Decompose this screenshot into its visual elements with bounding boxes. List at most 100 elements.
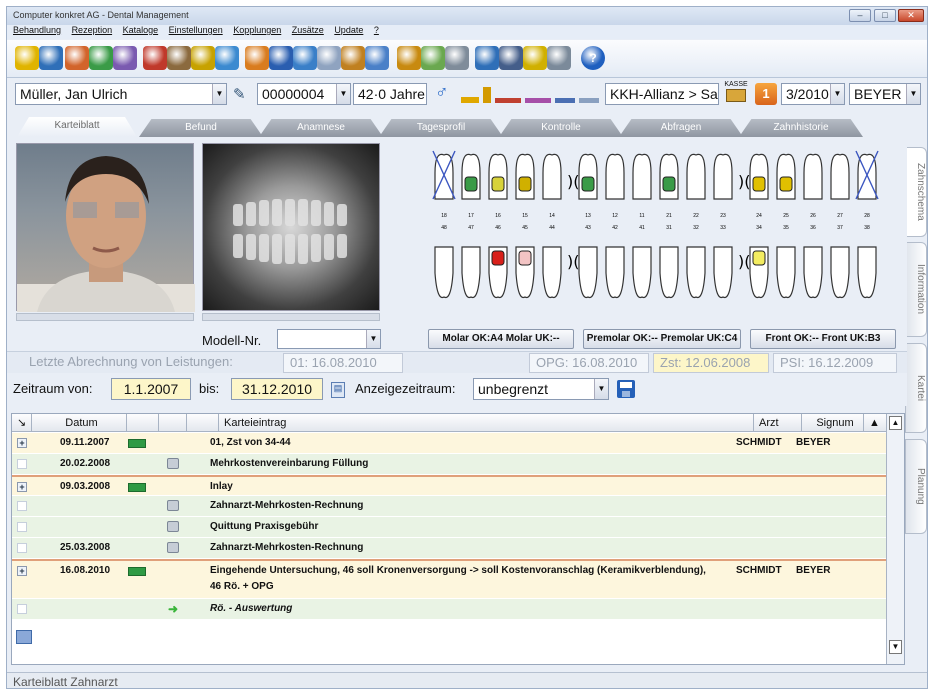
pen-icon[interactable]: ✎ bbox=[233, 85, 251, 103]
row-checkbox[interactable] bbox=[17, 459, 27, 469]
lower-tooth-38[interactable] bbox=[857, 246, 877, 299]
new-entry-icon[interactable] bbox=[16, 630, 32, 644]
column-signum[interactable]: Signum bbox=[802, 414, 864, 432]
printer-icon[interactable] bbox=[167, 458, 179, 469]
puzzle-icon[interactable] bbox=[421, 46, 445, 70]
upper-tooth-27[interactable] bbox=[830, 153, 850, 200]
side-tab-kartei[interactable]: Kartei bbox=[905, 343, 927, 433]
chair-icon[interactable] bbox=[167, 46, 191, 70]
camera-icon[interactable] bbox=[547, 46, 571, 70]
table-row[interactable]: +16.08.2010 Eingehende Untersuchung, 46 s… bbox=[12, 559, 886, 599]
pill-icon[interactable] bbox=[245, 46, 269, 70]
front-button[interactable]: Front OK:-- Front UK:B3 bbox=[750, 329, 896, 349]
form-icon[interactable] bbox=[475, 46, 499, 70]
lower-tooth-32[interactable] bbox=[686, 246, 706, 299]
expand-icon[interactable]: + bbox=[17, 482, 27, 492]
upper-tooth-18[interactable] bbox=[432, 150, 456, 200]
row-checkbox[interactable] bbox=[17, 501, 27, 511]
lower-tooth-33[interactable] bbox=[713, 246, 733, 299]
table-row[interactable]: +09.11.2007 01, Zst von 34-44 SCHMIDT BEYER bbox=[12, 433, 886, 454]
tab-abfragen[interactable]: Abfragen bbox=[619, 119, 743, 137]
lower-tooth-37[interactable] bbox=[830, 246, 850, 299]
tab-befund[interactable]: Befund bbox=[139, 119, 263, 137]
side-tab-information[interactable]: Information bbox=[905, 242, 927, 337]
table-row[interactable]: ➜ Rö. - Auswertung bbox=[12, 599, 886, 620]
recliner-icon[interactable] bbox=[39, 46, 63, 70]
period-from-input[interactable]: 1.1.2007 bbox=[111, 378, 191, 400]
upper-tooth-24[interactable] bbox=[749, 153, 769, 200]
lower-tooth-44[interactable] bbox=[542, 246, 562, 299]
table-row[interactable]: Quittung Praxisgebühr bbox=[12, 517, 886, 538]
chevron-down-icon[interactable]: ▼ bbox=[366, 330, 380, 348]
side-tab-zahnschema[interactable]: Zahnschema bbox=[905, 147, 927, 237]
tab-anamnese[interactable]: Anamnese bbox=[259, 119, 383, 137]
upper-tooth-26[interactable] bbox=[803, 153, 823, 200]
upper-tooth-22[interactable] bbox=[686, 153, 706, 200]
menu-kataloge[interactable]: Kataloge bbox=[123, 25, 159, 35]
upper-tooth-21[interactable] bbox=[659, 153, 679, 200]
lower-tooth-34[interactable] bbox=[749, 246, 769, 299]
column-datum[interactable]: Datum bbox=[32, 414, 127, 432]
lower-tooth-43[interactable] bbox=[578, 246, 598, 299]
menu-einstellungen[interactable]: Einstellungen bbox=[169, 25, 223, 35]
menu-behandlung[interactable]: Behandlung bbox=[13, 25, 61, 35]
graduate-icon[interactable] bbox=[397, 46, 421, 70]
patient-photo[interactable] bbox=[16, 143, 195, 312]
cloud-icon[interactable] bbox=[317, 46, 341, 70]
table-row[interactable]: +09.03.2008 Inlay bbox=[12, 475, 886, 496]
upper-tooth-23[interactable] bbox=[713, 153, 733, 200]
menu-zusaetze[interactable]: Zusätze bbox=[292, 25, 324, 35]
printer-icon[interactable] bbox=[167, 542, 179, 553]
printer-icon[interactable] bbox=[167, 500, 179, 511]
search-icon[interactable] bbox=[143, 46, 167, 70]
pointer-icon[interactable] bbox=[15, 46, 39, 70]
tab-tagesprofil[interactable]: Tagesprofil bbox=[379, 119, 503, 137]
key-icon[interactable] bbox=[191, 46, 215, 70]
grid-scrollbar[interactable]: ▲ ▼ bbox=[886, 414, 904, 664]
minimize-button[interactable]: – bbox=[849, 9, 871, 22]
molar-button[interactable]: Molar OK:A4 Molar UK:-- bbox=[428, 329, 574, 349]
lower-tooth-41[interactable] bbox=[632, 246, 652, 299]
column-karteieintrag[interactable]: Karteieintrag bbox=[219, 414, 754, 432]
calendar-icon[interactable] bbox=[293, 46, 317, 70]
upper-tooth-15[interactable] bbox=[515, 153, 535, 200]
table-row[interactable]: 25.03.2008 Zahnarzt-Mehrkosten-Rechnung bbox=[12, 538, 886, 559]
tab-zahnhistorie[interactable]: Zahnhistorie bbox=[739, 119, 863, 137]
tab-karteiblatt[interactable]: Karteiblatt bbox=[17, 117, 137, 137]
lower-tooth-42[interactable] bbox=[605, 246, 625, 299]
upper-tooth-13[interactable] bbox=[578, 153, 598, 200]
maximize-button[interactable]: □ bbox=[874, 9, 896, 22]
expand-icon[interactable]: + bbox=[17, 566, 27, 576]
chevron-down-icon[interactable]: ▼ bbox=[830, 84, 844, 104]
row-checkbox[interactable] bbox=[17, 604, 27, 614]
patient-name-select[interactable]: Müller, Jan Ulrich ▼ bbox=[15, 83, 227, 105]
menu-help[interactable]: ? bbox=[374, 25, 379, 35]
chevron-down-icon[interactable]: ▼ bbox=[594, 379, 608, 399]
radiation-icon[interactable] bbox=[523, 46, 547, 70]
tab-kontrolle[interactable]: Kontrolle bbox=[499, 119, 623, 137]
kasse-card-icon[interactable]: KASSE bbox=[723, 81, 749, 107]
close-button[interactable]: ✕ bbox=[898, 9, 924, 22]
lower-tooth-48[interactable] bbox=[434, 246, 454, 299]
xray-image[interactable] bbox=[202, 143, 380, 311]
chevron-down-icon[interactable]: ▼ bbox=[906, 84, 920, 104]
printer-icon[interactable] bbox=[167, 521, 179, 532]
side-tab-planung[interactable]: Planung bbox=[905, 439, 927, 534]
chevron-down-icon[interactable]: ▼ bbox=[212, 84, 226, 104]
tooth-icon[interactable] bbox=[341, 46, 365, 70]
lower-tooth-31[interactable] bbox=[659, 246, 679, 299]
box-icon[interactable] bbox=[269, 46, 293, 70]
patient-number-select[interactable]: 00000004 ▼ bbox=[257, 83, 351, 105]
menu-kopplungen[interactable]: Kopplungen bbox=[233, 25, 281, 35]
bottle-icon[interactable] bbox=[215, 46, 239, 70]
book-icon[interactable] bbox=[365, 46, 389, 70]
upper-tooth-12[interactable] bbox=[605, 153, 625, 200]
menu-update[interactable]: Update bbox=[334, 25, 363, 35]
chevron-down-icon[interactable]: ▼ bbox=[336, 84, 350, 104]
period-to-input[interactable]: 31.12.2010 bbox=[231, 378, 323, 400]
upper-tooth-25[interactable] bbox=[776, 153, 796, 200]
monitor-icon[interactable] bbox=[499, 46, 523, 70]
upper-tooth-17[interactable] bbox=[461, 153, 481, 200]
doctor-select[interactable]: BEYER ▼ bbox=[849, 83, 921, 105]
lower-tooth-36[interactable] bbox=[803, 246, 823, 299]
